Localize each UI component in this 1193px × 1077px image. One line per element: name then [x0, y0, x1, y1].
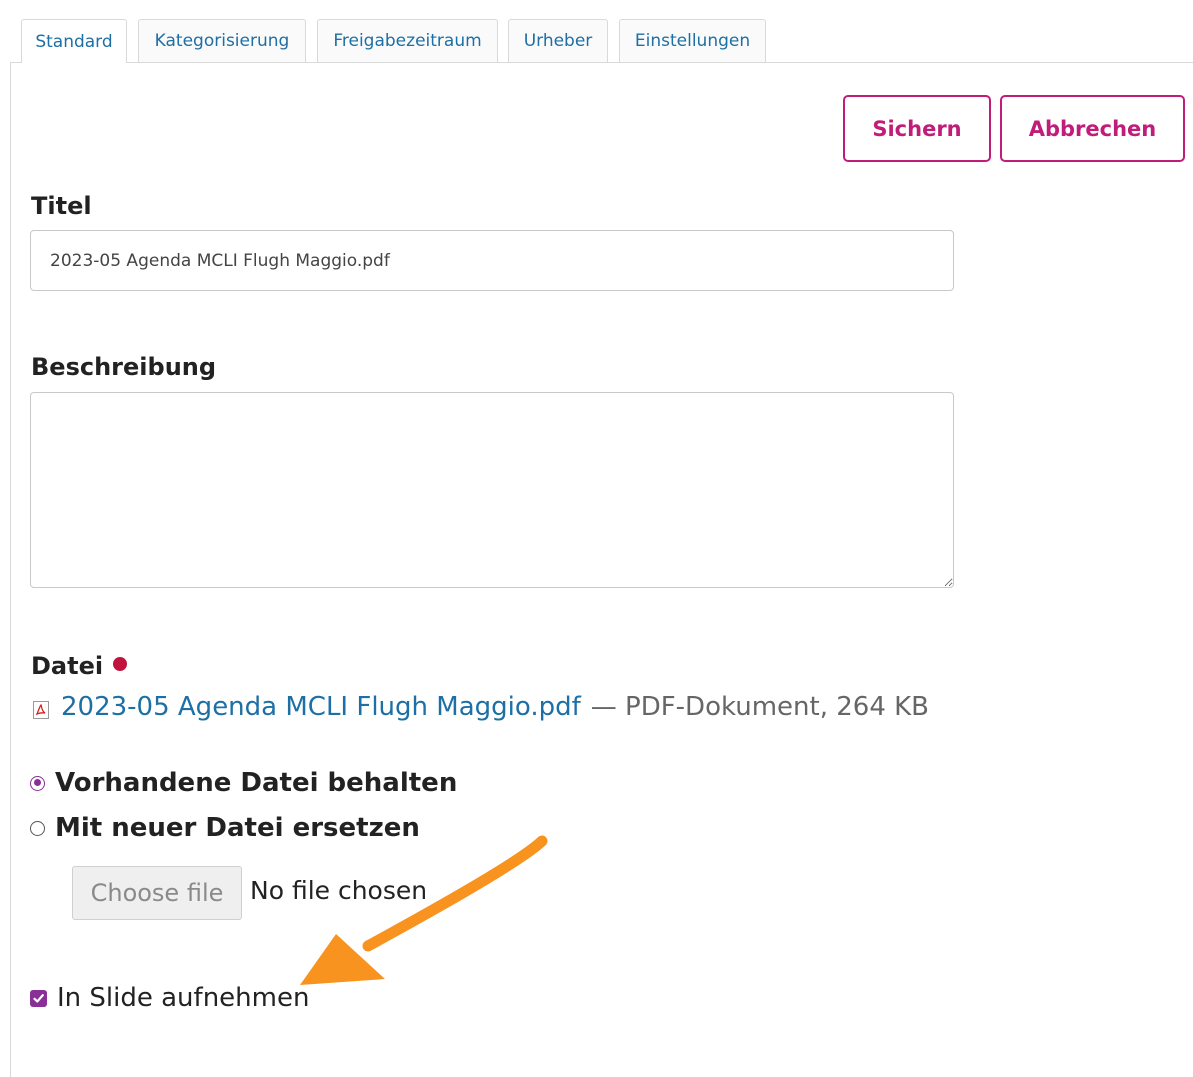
- title-input[interactable]: [30, 230, 954, 291]
- cancel-button[interactable]: Abbrechen: [1000, 95, 1185, 162]
- tab-einstellungen[interactable]: Einstellungen: [619, 19, 766, 62]
- tab-kategorisierung[interactable]: Kategorisierung: [138, 19, 306, 62]
- file-link[interactable]: 2023-05 Agenda MCLI Flugh Maggio.pdf: [61, 692, 581, 722]
- title-label: Titel: [31, 192, 92, 220]
- checkmark-icon: [33, 993, 44, 1003]
- required-dot-icon: [113, 657, 128, 671]
- tab-urheber[interactable]: Urheber: [508, 19, 608, 62]
- file-meta: — PDF-Dokument, 264 KB: [590, 692, 930, 722]
- keep-file-radio[interactable]: [30, 775, 45, 791]
- keep-file-option[interactable]: Vorhandene Datei behalten: [30, 768, 457, 798]
- keep-file-label: Vorhandene Datei behalten: [55, 768, 458, 798]
- slide-option[interactable]: In Slide aufnehmen: [30, 983, 309, 1013]
- file-label: Datei: [31, 652, 104, 680]
- choose-file-button[interactable]: Choose file: [72, 866, 242, 920]
- description-label: Beschreibung: [31, 353, 217, 381]
- slide-label: In Slide aufnehmen: [57, 983, 310, 1013]
- current-file: 2023-05 Agenda MCLI Flugh Maggio.pdf — P…: [31, 692, 929, 722]
- replace-file-label: Mit neuer Datei ersetzen: [55, 813, 420, 843]
- replace-file-option[interactable]: Mit neuer Datei ersetzen: [30, 813, 420, 843]
- slide-checkbox[interactable]: [30, 989, 47, 1007]
- description-textarea[interactable]: [30, 392, 954, 588]
- file-label-row: Datei: [31, 652, 128, 680]
- pdf-icon: [31, 697, 51, 719]
- tab-freigabezeitraum[interactable]: Freigabezeitraum: [317, 19, 498, 62]
- tab-standard[interactable]: Standard: [21, 19, 127, 63]
- replace-file-radio[interactable]: [30, 820, 45, 836]
- no-file-text: No file chosen: [250, 876, 428, 905]
- save-button[interactable]: Sichern: [843, 95, 991, 162]
